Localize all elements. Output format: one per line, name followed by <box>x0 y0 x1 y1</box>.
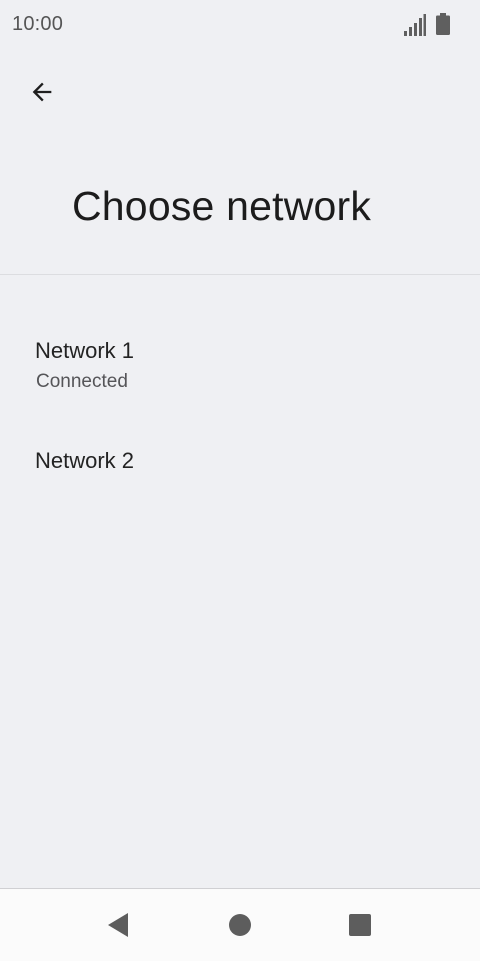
network-name: Network 1 <box>35 338 135 363</box>
network-item-1[interactable]: Network 1 Connected <box>0 316 480 426</box>
network-name: Network 2 <box>35 448 135 473</box>
nav-home-button[interactable] <box>214 899 266 951</box>
network-list: Network 1 Connected Network 2 <box>0 316 480 486</box>
cell-signal-icon <box>404 14 426 36</box>
nav-recents-button[interactable] <box>334 899 386 951</box>
page-title: Choose network <box>72 183 372 229</box>
arrow-back-icon <box>32 82 52 102</box>
nav-recents-square-icon <box>349 914 371 936</box>
network-item-2[interactable]: Network 2 <box>0 426 480 486</box>
network-status: Connected <box>36 371 128 392</box>
header-divider <box>0 274 480 275</box>
status-bar: 10:00 <box>0 0 480 50</box>
nav-back-button[interactable] <box>93 899 145 951</box>
nav-back-triangle-icon <box>108 913 128 937</box>
back-button[interactable] <box>18 70 66 114</box>
status-time: 10:00 <box>12 13 64 35</box>
battery-icon <box>436 13 450 35</box>
nav-home-circle-icon <box>229 914 251 936</box>
navigation-bar <box>0 888 480 961</box>
